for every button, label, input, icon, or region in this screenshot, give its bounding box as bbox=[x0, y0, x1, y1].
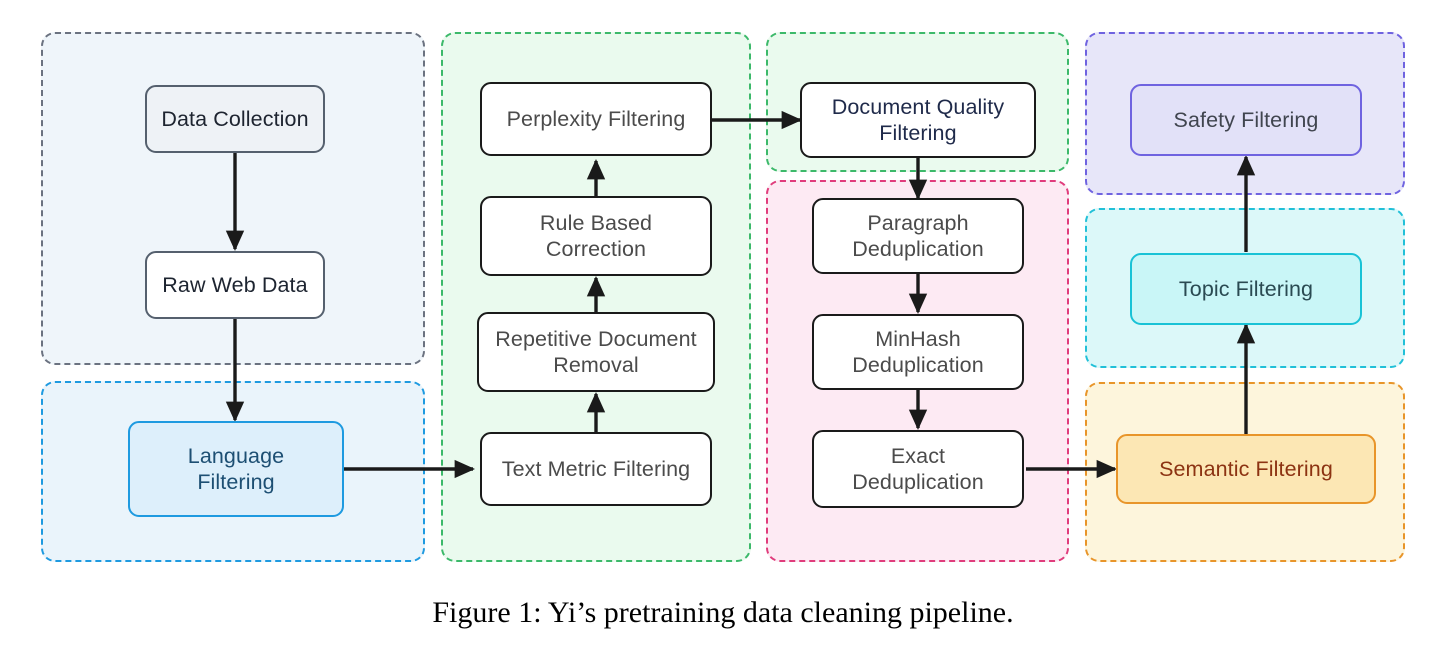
figure-caption: Figure 1: Yi’s pretraining data cleaning… bbox=[432, 596, 1014, 629]
node-rule-based-correction[interactable]: Rule Based Correction bbox=[480, 196, 712, 276]
node-raw-web-data[interactable]: Raw Web Data bbox=[145, 251, 325, 319]
node-minhash-deduplication[interactable]: MinHash Deduplication bbox=[812, 314, 1024, 390]
node-paragraph-deduplication[interactable]: Paragraph Deduplication bbox=[812, 198, 1024, 274]
node-repetitive-document-removal[interactable]: Repetitive Document Removal bbox=[477, 312, 715, 392]
node-topic-filtering[interactable]: Topic Filtering bbox=[1130, 253, 1362, 325]
node-language-filtering[interactable]: Language Filtering bbox=[128, 421, 344, 517]
node-exact-deduplication[interactable]: Exact Deduplication bbox=[812, 430, 1024, 508]
node-perplexity-filtering[interactable]: Perplexity Filtering bbox=[480, 82, 712, 156]
node-data-collection[interactable]: Data Collection bbox=[145, 85, 325, 153]
figure-container: Data Collection Raw Web Data Language Fi… bbox=[0, 0, 1446, 662]
node-document-quality-filtering[interactable]: Document Quality Filtering bbox=[800, 82, 1036, 158]
node-safety-filtering[interactable]: Safety Filtering bbox=[1130, 84, 1362, 156]
node-semantic-filtering[interactable]: Semantic Filtering bbox=[1116, 434, 1376, 504]
node-text-metric-filtering[interactable]: Text Metric Filtering bbox=[480, 432, 712, 506]
